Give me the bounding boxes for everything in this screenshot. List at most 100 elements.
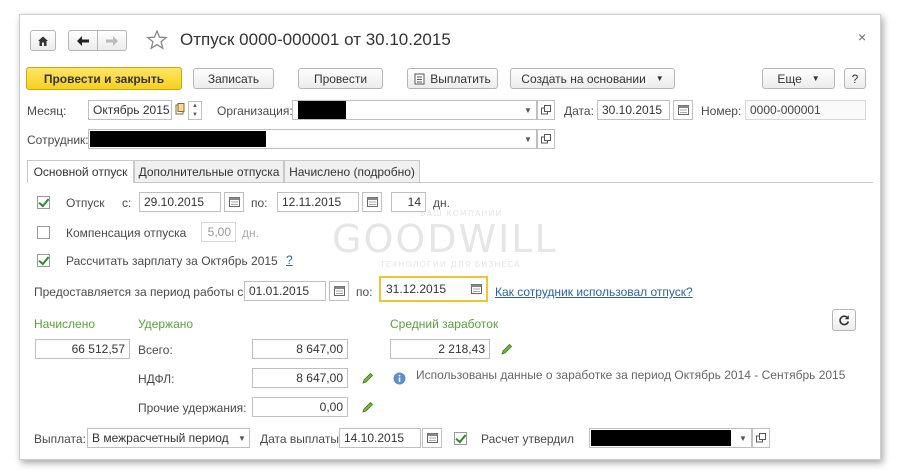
active-tab-gap [28, 182, 133, 183]
pay-button-label: Выплатить [430, 71, 491, 86]
vacation-from-label: с: [122, 196, 132, 210]
approved-by-open-button[interactable] [752, 428, 770, 448]
calendar-icon [333, 286, 345, 296]
stepper-up-icon: ▲ [192, 103, 198, 110]
withheld-total-field: 8 647,00 [252, 339, 348, 359]
organization-redacted [298, 101, 346, 119]
create-based-on-button[interactable]: Создать на основании ▼ [510, 68, 675, 89]
period-to-field[interactable]: 31.12.2015 [382, 279, 465, 299]
calendar-icon [366, 197, 378, 207]
earnings-info-text: Использованы данные о заработке за перио… [416, 368, 846, 382]
organization-open-button[interactable] [537, 100, 555, 120]
vacation-checkbox[interactable] [37, 196, 50, 209]
approved-checkbox[interactable] [454, 432, 467, 445]
period-from-calendar-button[interactable] [329, 281, 349, 301]
open-icon [541, 134, 551, 144]
organization-label: Организация: [217, 104, 293, 118]
ndfl-edit-icon[interactable] [362, 372, 374, 384]
close-icon[interactable]: × [858, 29, 866, 45]
average-earnings-field: 2 218,43 [390, 339, 490, 359]
stepper-down-icon: ▼ [192, 111, 198, 118]
save-button[interactable]: Записать [193, 68, 274, 89]
calendar-icon [228, 197, 240, 207]
period-label: Предоставляется за период работы с: [34, 285, 247, 299]
post-and-close-button[interactable]: Провести и закрыть [26, 67, 182, 90]
tab-accrued-detailed[interactable]: Начислено (подробно) [284, 160, 420, 182]
open-icon [541, 105, 551, 115]
refresh-button[interactable] [832, 309, 856, 331]
calc-salary-label: Рассчитать зарплату за Октябрь 2015 [66, 254, 278, 268]
tab-main-vacation[interactable]: Основной отпуск [27, 160, 134, 183]
average-earnings-edit-icon[interactable] [501, 343, 513, 355]
calc-salary-help-link[interactable]: ? [286, 253, 293, 267]
vacation-usage-link[interactable]: Как сотрудник использовал отпуск? [495, 285, 693, 299]
vacation-label: Отпуск [66, 196, 105, 210]
vacation-days-field[interactable]: 14 [391, 192, 426, 212]
home-icon [38, 36, 48, 46]
payout-date-label: Дата выплаты: [260, 432, 343, 446]
withheld-header: Удержано [138, 317, 194, 331]
help-button[interactable]: ? [844, 68, 866, 89]
period-from-field[interactable]: 01.01.2015 [244, 281, 326, 301]
payout-label: Выплата: [34, 432, 86, 446]
calendar-icon [470, 284, 482, 294]
date-label: Дата: [564, 104, 594, 118]
post-button[interactable]: Провести [298, 68, 383, 89]
back-button[interactable] [68, 30, 98, 51]
accrued-header: Начислено [34, 317, 96, 331]
approved-by-redacted [591, 430, 731, 446]
month-stepper[interactable]: ▲ ▼ [188, 101, 202, 120]
average-earnings-header: Средний заработок [390, 317, 499, 331]
document-window: Отпуск 0000-000001 от 30.10.2015 × Прове… [19, 14, 881, 460]
payout-field[interactable]: В межрасчетный период [87, 428, 250, 448]
vacation-days-unit: дн. [433, 196, 450, 210]
tab-additional-vacations[interactable]: Дополнительные отпуска [134, 160, 284, 182]
approved-by-dropdown-icon[interactable]: ▼ [735, 428, 751, 448]
ndfl-label: НДФЛ: [138, 372, 175, 386]
forward-button[interactable] [97, 30, 127, 51]
create-based-on-label: Создать на основании [521, 71, 646, 86]
organization-dropdown-icon[interactable]: ▼ [520, 100, 536, 120]
other-withholdings-field: 0,00 [252, 397, 348, 417]
vacation-to-calendar-button[interactable] [362, 192, 382, 212]
vacation-to-field[interactable]: 12.11.2015 [277, 192, 359, 212]
date-field[interactable]: 30.10.2015 [597, 100, 670, 120]
other-withholdings-edit-icon[interactable] [362, 401, 374, 413]
month-field[interactable]: Октябрь 2015 [88, 100, 172, 120]
vacation-from-calendar-button[interactable] [224, 192, 244, 212]
employee-label: Сотрудник: [27, 133, 89, 147]
payout-date-field[interactable]: 14.10.2015 [339, 428, 421, 448]
month-label: Месяц: [27, 104, 67, 118]
other-withholdings-label: Прочие удержания: [138, 401, 247, 415]
number-field: 0000-000001 [745, 100, 866, 120]
date-calendar-button[interactable] [673, 100, 693, 120]
info-icon [393, 372, 406, 388]
compensation-days-unit: дн. [242, 226, 259, 240]
pay-button[interactable]: Выплатить [407, 68, 498, 89]
calendar-icon [677, 105, 689, 115]
period-to-label: по: [356, 285, 373, 299]
month-picker-icon[interactable] [175, 103, 185, 118]
period-to-calendar-button[interactable] [466, 279, 486, 299]
withheld-total-label: Всего: [138, 343, 173, 357]
compensation-days-field: 5,00 [201, 222, 236, 242]
employee-open-button[interactable] [537, 129, 555, 149]
employee-dropdown-icon[interactable]: ▼ [520, 129, 536, 149]
vacation-to-label: по: [251, 196, 268, 210]
compensation-label: Компенсация отпуска [66, 226, 187, 240]
arrow-right-icon [106, 35, 118, 46]
payout-dropdown-icon[interactable]: ▼ [234, 428, 250, 448]
watermark-logo: GOODWILL [332, 217, 558, 261]
open-icon [756, 433, 766, 443]
calc-salary-checkbox[interactable] [37, 254, 50, 267]
calendar-icon [426, 433, 438, 443]
document-icon [414, 73, 425, 84]
vacation-from-field[interactable]: 29.10.2015 [139, 192, 221, 212]
payout-date-calendar-button[interactable] [422, 428, 442, 448]
more-label: Еще [777, 71, 802, 86]
compensation-checkbox[interactable] [37, 226, 50, 239]
favorite-star-icon[interactable] [146, 29, 168, 54]
more-button[interactable]: Еще ▼ [762, 68, 835, 89]
home-button[interactable] [30, 30, 56, 51]
page-title: Отпуск 0000-000001 от 30.10.2015 [180, 30, 451, 49]
